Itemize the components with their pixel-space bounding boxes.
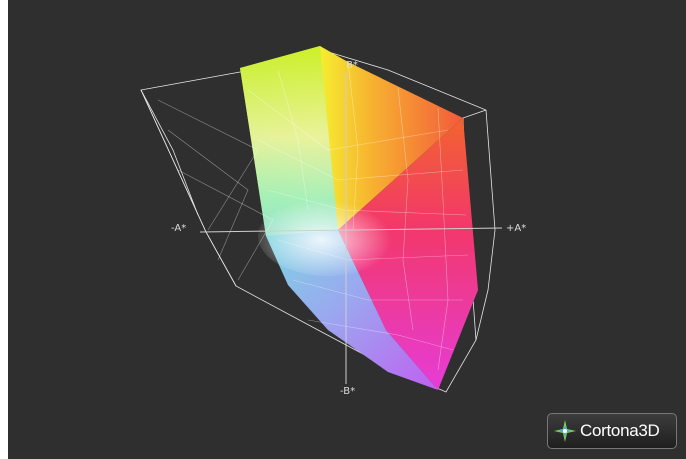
axis-label-a-minus: -A* — [171, 223, 187, 234]
brand-name: Cortona3D — [580, 421, 660, 440]
cortona3d-logo[interactable]: Cortona3D — [547, 413, 677, 449]
axis-label-b-plus: B* — [346, 60, 358, 71]
axis-label-a-plus: +A* — [506, 223, 527, 234]
3d-viewport[interactable]: B* -A* +A* -B* Cortona3D — [8, 0, 686, 459]
axis-label-b-minus: -B* — [340, 386, 356, 397]
star-icon — [554, 420, 576, 442]
